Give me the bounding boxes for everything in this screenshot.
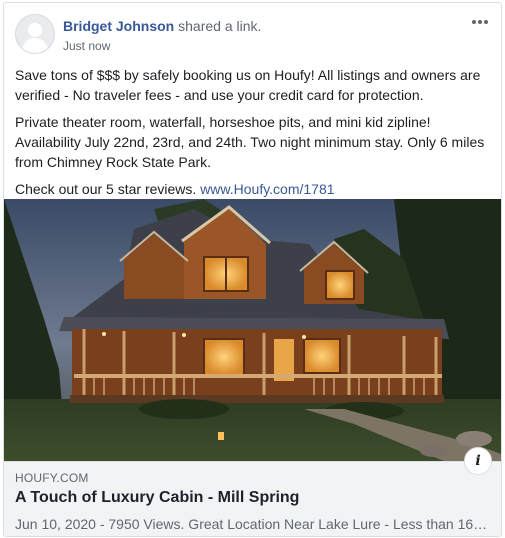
post-card: Bridget Johnson shared a link. Just now … [3,2,502,537]
action-text: shared a link. [174,18,262,34]
post-timestamp[interactable]: Just now [63,39,110,53]
reviews-link[interactable]: www.Houfy.com/1781 [200,181,334,197]
post-paragraph-3: Check out our 5 star reviews. www.Houfy.… [15,179,493,199]
info-icon[interactable]: i [464,447,492,475]
avatar[interactable] [15,14,55,54]
cabin-image [4,199,501,461]
reviews-text: Check out our 5 star reviews. [15,181,201,197]
preview-description: Jun 10, 2020 - 7950 Views. Great Locatio… [15,516,489,532]
post-paragraph-2: Private theater room, waterfall, horsesh… [15,114,485,170]
user-silhouette-icon [16,15,54,53]
link-preview[interactable]: HOUFY.COM A Touch of Luxury Cabin - Mill… [4,461,501,536]
preview-title[interactable]: A Touch of Luxury Cabin - Mill Spring [15,489,299,507]
post-header: Bridget Johnson shared a link. Just now [4,3,501,65]
post-paragraph-1: Save tons of $$$ by safely booking us on… [15,67,481,103]
author-name[interactable]: Bridget Johnson [63,18,174,34]
post-text: Save tons of $$$ by safely booking us on… [15,65,493,206]
preview-domain: HOUFY.COM [15,471,89,485]
cabin-photo[interactable] [4,199,501,461]
author-line: Bridget Johnson shared a link. [63,18,261,34]
more-options-icon[interactable] [468,14,492,30]
